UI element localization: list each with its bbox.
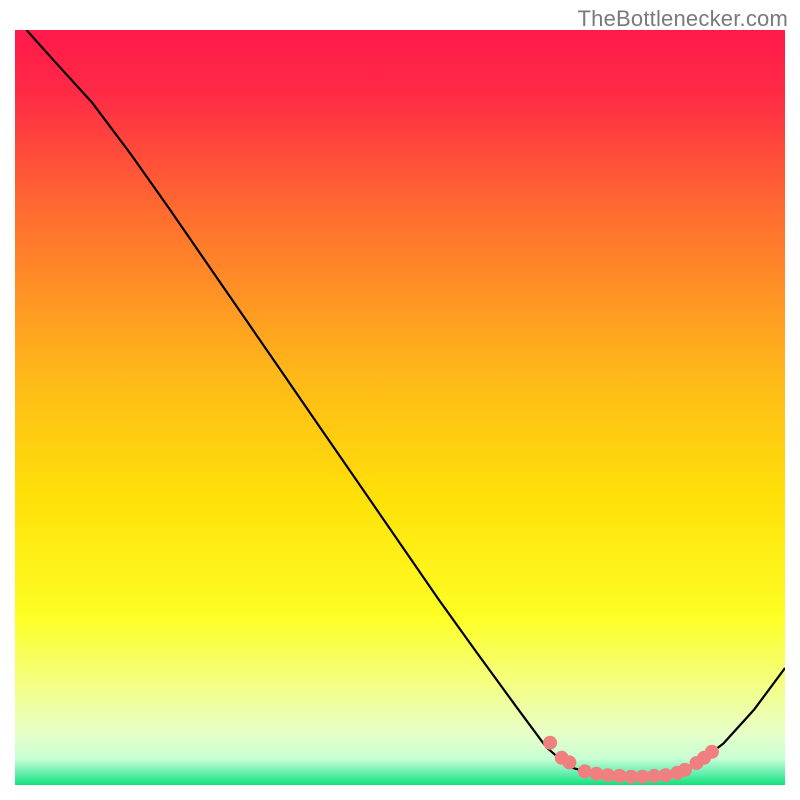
watermark-text: TheBottlenecker.com <box>578 6 788 32</box>
curve-marker <box>562 755 576 769</box>
curve-marker <box>543 736 557 750</box>
bottleneck-chart <box>15 30 785 785</box>
curve-marker <box>705 745 719 759</box>
gradient-fill <box>15 30 785 785</box>
curve-marker <box>659 768 673 782</box>
curve-marker <box>578 764 592 778</box>
